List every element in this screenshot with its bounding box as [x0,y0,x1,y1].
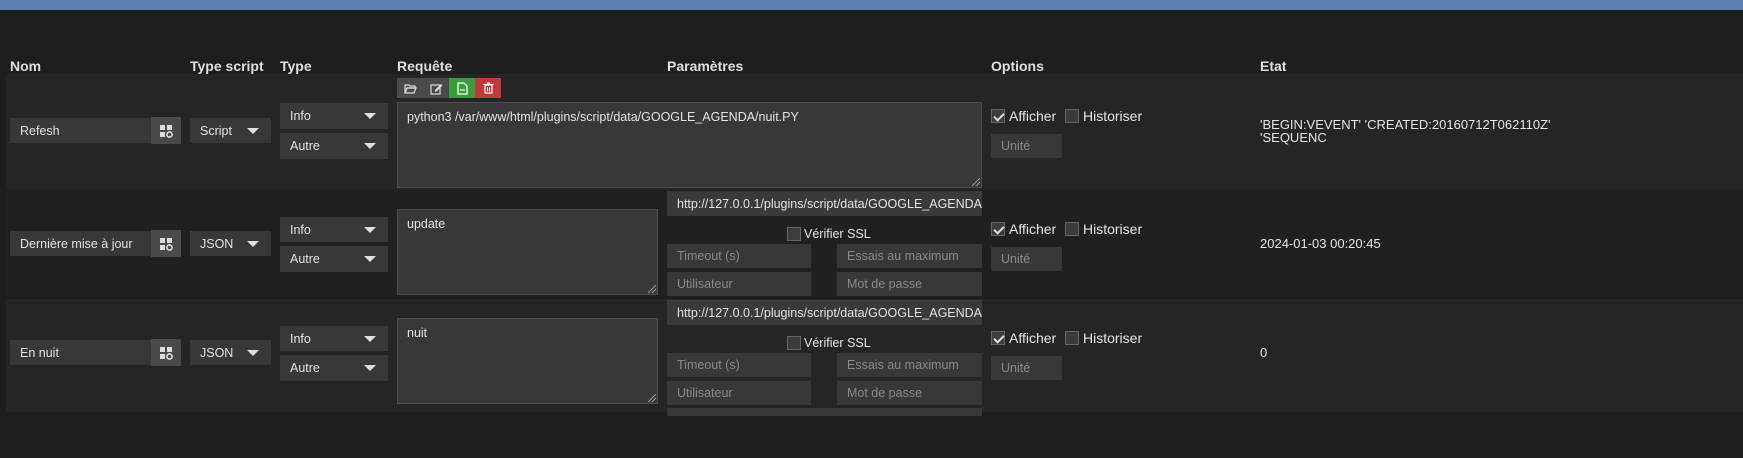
script-type-select[interactable]: JSON [190,231,271,256]
settings-icon [160,237,173,251]
request-text: nuit [407,326,428,340]
type-select[interactable]: Info [280,326,388,351]
folder-open-icon [403,83,417,94]
password-input[interactable]: Mot de passe [837,381,982,405]
header-options: Options [991,58,1044,74]
verify-ssl-checkbox[interactable] [787,336,801,350]
new-file-icon [456,81,468,95]
header-parametres: Paramètres [667,58,744,74]
header-nom: Nom [10,58,42,74]
new-file-button[interactable] [449,78,475,98]
verify-ssl-checkbox[interactable] [787,227,801,241]
etat-value: 0 [1260,345,1268,360]
url-input[interactable]: http://127.0.0.1/plugins/script/data/GOO… [667,191,982,216]
max-retries-input[interactable]: Essais au maximum [837,353,982,377]
name-input[interactable]: En nuit [10,340,151,365]
historiser-checkbox[interactable] [1065,222,1079,236]
historiser-label: Historiser [1083,330,1143,346]
top-bar [0,0,1743,10]
etat-value: 2024-01-03 00:20:45 [1260,236,1381,251]
subtype-select[interactable]: Autre [280,246,388,272]
edit-icon [429,83,442,95]
unite-input[interactable]: Unité [991,134,1062,158]
header-type-script: Type script [190,58,264,74]
url-input[interactable]: http://127.0.0.1/plugins/script/data/GOO… [667,300,982,325]
username-input[interactable]: Utilisateur [667,272,811,296]
resize-handle[interactable] [648,285,656,293]
max-retries-input[interactable]: Essais au maximum [837,244,982,268]
name-input[interactable]: Refesh [10,118,151,143]
settings-icon [160,124,173,138]
afficher-checkbox[interactable] [991,109,1005,123]
config-button[interactable] [151,117,181,144]
resize-handle[interactable] [972,178,980,186]
username-input[interactable]: Utilisateur [667,381,811,405]
etat-value-cont: 'SEQUENC [1260,130,1327,145]
request-textarea[interactable]: update [397,209,658,295]
afficher-label: Afficher [1009,330,1057,346]
resize-handle[interactable] [648,394,656,402]
historiser-label: Historiser [1083,108,1143,124]
request-textarea[interactable]: nuit [397,318,658,404]
request-text: update [407,217,446,231]
historiser-checkbox[interactable] [1065,109,1079,123]
afficher-checkbox[interactable] [991,331,1005,345]
name-input[interactable]: Dernière mise à jour [10,231,151,256]
header-requete: Requête [397,58,453,74]
delete-button[interactable] [475,78,501,98]
historiser-checkbox[interactable] [1065,331,1079,345]
request-textarea[interactable]: python3 /var/www/html/plugins/script/dat… [397,102,982,188]
edit-button[interactable] [423,78,449,98]
unite-input[interactable]: Unité [991,247,1062,271]
afficher-checkbox[interactable] [991,222,1005,236]
subtype-select[interactable]: Autre [280,133,388,159]
extra-field[interactable] [667,408,982,416]
password-input[interactable]: Mot de passe [837,272,982,296]
trash-icon [483,82,493,94]
script-type-select[interactable]: JSON [190,340,271,365]
header-etat: Etat [1260,58,1287,74]
verify-ssl-label: Vérifier SSL [804,227,871,241]
type-select[interactable]: Info [280,103,388,129]
header-type: Type [280,58,312,74]
historiser-label: Historiser [1083,221,1143,237]
afficher-label: Afficher [1009,221,1057,237]
settings-icon [160,346,173,360]
timeout-input[interactable]: Timeout (s) [667,244,811,268]
config-button[interactable] [151,339,181,366]
script-type-select[interactable]: Script [190,118,271,143]
request-text: python3 /var/www/html/plugins/script/dat… [407,110,799,124]
type-select[interactable]: Info [280,217,388,242]
timeout-input[interactable]: Timeout (s) [667,353,811,377]
afficher-label: Afficher [1009,108,1057,124]
unite-input[interactable]: Unité [991,356,1062,380]
subtype-select[interactable]: Autre [280,355,388,381]
verify-ssl-label: Vérifier SSL [804,336,871,350]
config-button[interactable] [151,230,181,257]
browse-button[interactable] [397,78,423,98]
